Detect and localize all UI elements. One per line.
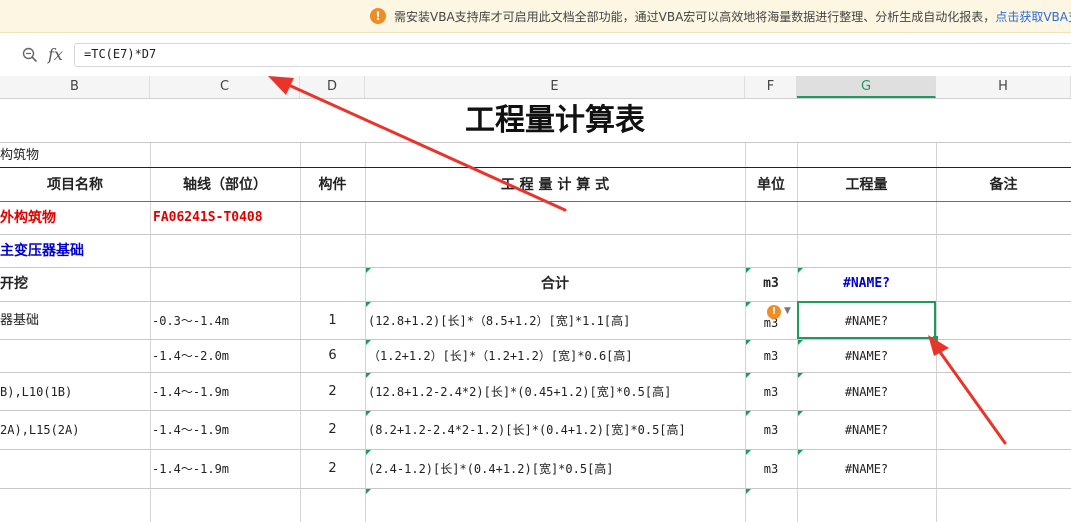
annotation-arrows: [268, 76, 1007, 445]
annotation-arrow-formula: [268, 76, 567, 212]
annotation-arrow-cell: [928, 335, 1007, 445]
